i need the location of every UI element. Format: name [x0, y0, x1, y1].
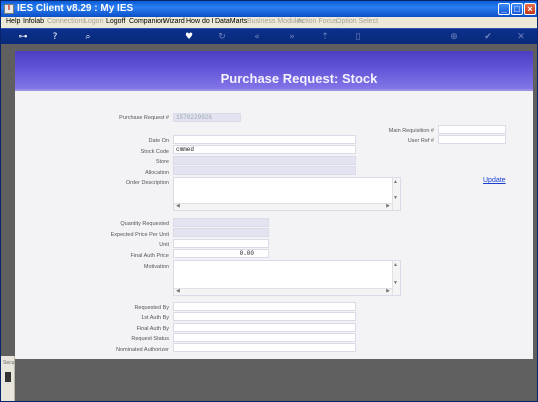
search-icon[interactable]: ⌕	[82, 31, 94, 43]
expected-price-field[interactable]	[173, 228, 269, 237]
back-icon[interactable]: «	[251, 31, 263, 43]
close-button[interactable]: ×	[524, 3, 536, 15]
purchase-request-label: Purchase Request #	[119, 115, 169, 121]
upload-icon[interactable]: ⇡	[319, 31, 331, 43]
scroll-right-icon[interactable]: ▶	[386, 289, 390, 294]
scroll-left-icon[interactable]: ◀	[176, 289, 180, 294]
add-icon[interactable]: ⊕	[448, 31, 460, 43]
main-requisition-field[interactable]	[438, 125, 506, 134]
app-icon: I	[4, 4, 14, 14]
check-icon[interactable]: ✔	[482, 31, 494, 43]
maximize-button[interactable]: □	[511, 3, 523, 15]
menu-logon[interactable]: Logon	[84, 18, 103, 25]
update-link[interactable]: Update	[483, 177, 506, 184]
menu-business-modules[interactable]: Business Modules	[247, 18, 304, 25]
scroll-down-icon[interactable]: ▼	[393, 281, 398, 286]
menu-action-focus[interactable]: Action Focus	[297, 18, 337, 25]
scroll-up-icon[interactable]: ▲	[393, 180, 398, 185]
menu-how-do-i[interactable]: How do I	[186, 18, 214, 25]
menu-option-select[interactable]: Option Select	[336, 18, 378, 25]
app-window: I IES Client v8.29 : My IES _ □ × Help I…	[0, 0, 538, 402]
page-title: Purchase Request: Stock	[220, 71, 378, 86]
first-auth-field[interactable]	[173, 312, 356, 321]
document-icon[interactable]: ▯	[352, 31, 364, 43]
final-auth-price-label: Final Auth Price	[130, 253, 169, 259]
store-label: Store	[155, 159, 169, 165]
forward-icon[interactable]: »	[286, 31, 298, 43]
purchase-request-field[interactable]: 1570229926	[173, 113, 241, 122]
menu-connections[interactable]: Connections	[47, 18, 86, 25]
store-field[interactable]	[173, 156, 356, 165]
menu-wizard[interactable]: Wizard	[163, 18, 185, 25]
menu-bar: Help Infolab Connections Logon Logoff Co…	[1, 17, 537, 28]
unit-label: Unit	[159, 242, 169, 248]
date-on-label: Date On	[148, 138, 169, 144]
scroll-left-icon[interactable]: ◀	[176, 204, 180, 209]
scroll-up-icon[interactable]: ▲	[393, 263, 398, 268]
stock-code-label: Stock Code	[140, 149, 169, 155]
request-status-label: Request Status	[131, 336, 169, 342]
final-auth-label: Final Auth By	[136, 326, 169, 332]
help-icon[interactable]: ?	[49, 31, 61, 43]
scroll-down-icon[interactable]: ▼	[393, 196, 398, 201]
final-auth-price-field[interactable]: 0.00	[173, 249, 269, 258]
refresh-icon[interactable]: ↻	[216, 31, 228, 43]
heart-icon[interactable]: ♥	[183, 31, 195, 43]
requested-by-label: Requested By	[134, 305, 169, 311]
title-bar[interactable]: I IES Client v8.29 : My IES _ □ ×	[1, 1, 537, 17]
date-on-field[interactable]	[173, 135, 356, 144]
minimize-button[interactable]: _	[498, 3, 510, 15]
close-icon[interactable]: ✕	[515, 31, 527, 43]
menu-companion[interactable]: Companion	[129, 18, 165, 25]
user-ref-field[interactable]	[438, 135, 506, 144]
menu-datamarts[interactable]: DataMarts	[215, 18, 247, 25]
unit-field[interactable]	[173, 239, 269, 248]
first-auth-label: 1st Auth By	[141, 315, 169, 321]
menu-infolab[interactable]: Infolab	[23, 18, 44, 25]
allocation-field[interactable]	[173, 166, 356, 175]
main-requisition-label: Main Requisition #	[388, 128, 434, 134]
stock-code-field[interactable]: cmmed	[173, 145, 356, 154]
final-auth-field[interactable]	[173, 323, 356, 332]
toolbar: ⊶ ? ⌕ ♥ ↻ « » ⇡ ▯ ⊕ ✔ ✕	[1, 28, 537, 44]
quantity-requested-label: Quantity Requested	[120, 221, 169, 227]
side-panel-tag: Secu	[3, 360, 15, 366]
scroll-right-icon[interactable]: ▶	[386, 204, 390, 209]
key-icon[interactable]: ⊶	[15, 31, 31, 43]
nominated-authorizer-field[interactable]	[173, 343, 356, 352]
order-description-label: Order Description	[125, 180, 169, 186]
horizontal-scrollbar[interactable]	[174, 203, 392, 210]
order-description-memo[interactable]: ▲ ▼ ◀ ▶	[173, 177, 401, 211]
side-panel: Secu	[1, 356, 15, 401]
page-banner: Purchase Request: Stock	[15, 51, 533, 91]
motivation-memo[interactable]: ▲ ▼ ◀ ▶	[173, 260, 401, 296]
allocation-label: Allocation	[145, 170, 169, 176]
request-status-field[interactable]	[173, 333, 356, 342]
window-title: IES Client v8.29 : My IES	[17, 3, 134, 14]
expected-price-label: Expected Price Per Unit	[110, 232, 169, 238]
requested-by-field[interactable]	[173, 302, 356, 311]
horizontal-scrollbar[interactable]	[174, 288, 392, 295]
menu-logoff[interactable]: Logoff	[106, 18, 125, 25]
document-icon[interactable]	[5, 372, 11, 382]
nominated-authorizer-label: Nominated Authorizer	[116, 347, 169, 353]
quantity-requested-field[interactable]	[173, 218, 269, 227]
menu-help[interactable]: Help	[6, 18, 20, 25]
motivation-label: Motivation	[143, 264, 169, 270]
